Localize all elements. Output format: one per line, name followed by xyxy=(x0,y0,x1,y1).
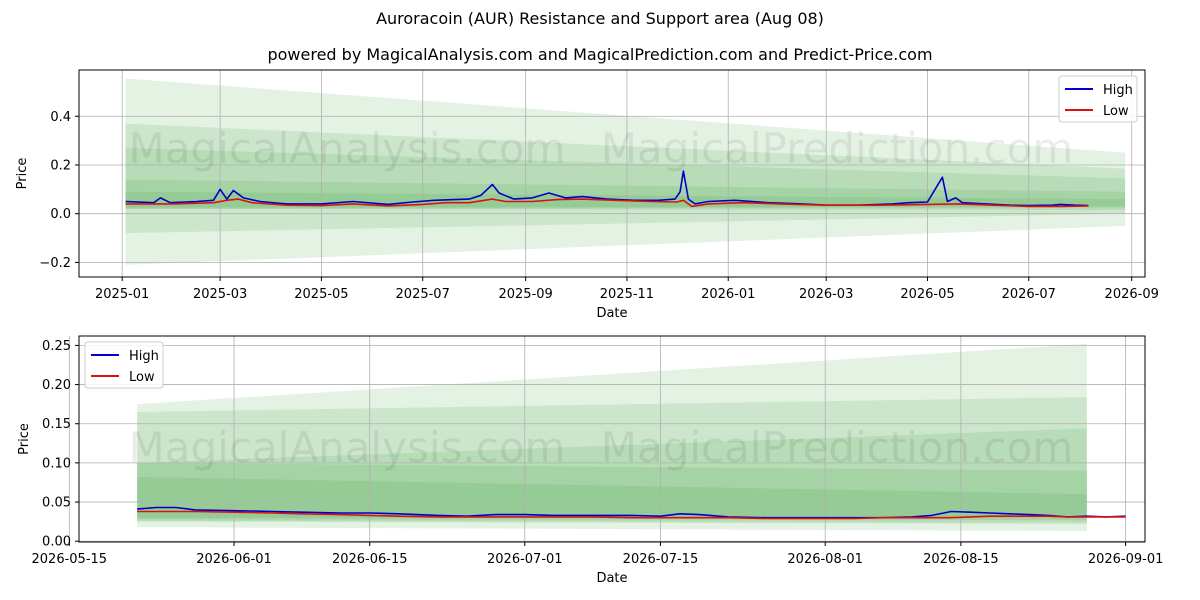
x-tick-label: 2026-08-15 xyxy=(923,552,999,567)
y-tick-label: 0.2 xyxy=(50,158,71,173)
watermark-prediction: MagicalPrediction.com xyxy=(601,124,1074,173)
watermark-analysis: MagicalAnalysis.com xyxy=(129,124,566,173)
legend-label-low: Low xyxy=(1103,104,1129,119)
x-tick-label: 2026-05-15 xyxy=(32,552,108,567)
y-tick-label: 0.15 xyxy=(42,417,71,432)
y-tick-label: 0.05 xyxy=(42,496,71,511)
x-tick-label: 2026-07 xyxy=(1002,287,1056,302)
x-tick-label: 2025-03 xyxy=(193,287,247,302)
x-axis-label: Date xyxy=(596,571,627,586)
x-tick-label: 2025-11 xyxy=(600,287,654,302)
legend-label-high: High xyxy=(1103,83,1133,98)
x-tick-label: 2026-06-01 xyxy=(196,552,272,567)
y-tick-label: 0.25 xyxy=(42,339,71,354)
x-tick-label: 2026-05 xyxy=(900,287,954,302)
x-tick-label: 2025-07 xyxy=(396,287,450,302)
legend: High Low xyxy=(1058,75,1138,123)
y-tick-label: 0.00 xyxy=(42,535,71,550)
x-tick-label: 2026-06-15 xyxy=(332,552,408,567)
x-axis-label: Date xyxy=(596,306,627,321)
legend: High Low xyxy=(84,341,164,389)
x-tick-label: 2025-05 xyxy=(294,287,348,302)
x-tick-label: 2026-07-15 xyxy=(623,552,699,567)
y-tick-label: 0.10 xyxy=(42,456,71,471)
x-tick-label: 2025-09 xyxy=(498,287,552,302)
chart-panel-1: MagicalAnalysis.com MagicalPrediction.com… xyxy=(15,69,1159,321)
chart-panel-2: MagicalAnalysis.com MagicalPrediction.com… xyxy=(17,335,1164,586)
watermark-analysis: MagicalAnalysis.com xyxy=(129,423,566,472)
x-tick-label: 2025-01 xyxy=(95,287,149,302)
x-tick-label: 2026-08-01 xyxy=(787,552,863,567)
x-tick-label: 2026-07-01 xyxy=(487,552,563,567)
x-tick-label: 2026-03 xyxy=(799,287,853,302)
y-tick-label: 0.4 xyxy=(50,110,71,125)
legend-label-high: High xyxy=(129,349,159,364)
y-tick-label: 0.20 xyxy=(42,378,71,393)
x-tick-label: 2026-01 xyxy=(701,287,755,302)
legend-label-low: Low xyxy=(129,370,155,385)
y-axis-label: Price xyxy=(17,423,32,455)
y-tick-label: −0.2 xyxy=(39,256,71,271)
x-tick-label: 2026-09 xyxy=(1105,287,1159,302)
watermark-prediction: MagicalPrediction.com xyxy=(601,423,1074,472)
y-axis-label: Price xyxy=(15,158,30,190)
chart-canvas: MagicalAnalysis.com MagicalPrediction.com… xyxy=(15,69,1164,586)
y-tick-label: 0.0 xyxy=(50,207,71,222)
x-tick-label: 2026-09-01 xyxy=(1088,552,1164,567)
